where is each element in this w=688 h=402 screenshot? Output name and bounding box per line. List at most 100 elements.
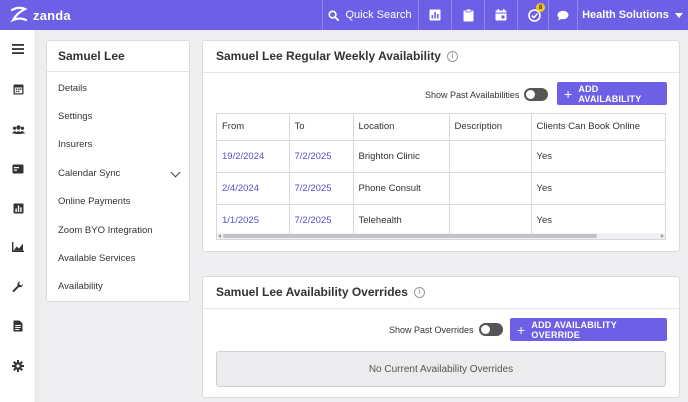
chat-icon <box>557 10 569 20</box>
column-header-book-online[interactable]: Clients Can Book Online <box>531 114 665 141</box>
to-date-link[interactable]: 7/2/2025 <box>289 140 354 173</box>
from-date-link[interactable]: 2/4/2024 <box>217 172 290 205</box>
show-past-overrides-toggle-row: Show Past Overrides <box>389 323 503 336</box>
empty-overrides-message: No Current Availability Overrides <box>216 351 666 387</box>
column-header-from[interactable]: From <box>217 114 290 141</box>
location-cell: Phone Consult <box>353 172 450 205</box>
menu-item-zoom-byo[interactable]: Zoom BYO Integration <box>47 217 189 243</box>
menu-icon <box>12 44 24 54</box>
availability-overrides-title: Samuel Lee Availability Overrides <box>216 285 408 299</box>
zanda-logo[interactable]: zanda <box>8 5 71 25</box>
nav-billing[interactable] <box>0 159 36 179</box>
show-past-availabilities-toggle[interactable] <box>524 88 549 101</box>
notification-badge: 8 <box>536 3 545 12</box>
clipboard-button[interactable] <box>452 0 484 30</box>
availability-overrides-header: Samuel Lee Availability Overrides i <box>216 285 425 299</box>
empty-overrides-text: No Current Availability Overrides <box>368 363 514 375</box>
column-header-to[interactable]: To <box>289 114 354 141</box>
description-cell <box>449 140 532 173</box>
book-online-cell: Yes <box>531 140 665 173</box>
quick-search-button[interactable]: Quick Search <box>322 0 418 30</box>
scrollbar-thumb[interactable] <box>223 234 597 238</box>
description-cell <box>449 204 532 237</box>
from-date-link[interactable]: 19/2/2024 <box>217 140 290 173</box>
menu-item-settings[interactable]: Settings <box>47 103 189 129</box>
practitioner-menu: Samuel Lee Details Settings Insurers Cal… <box>46 40 190 302</box>
from-date-link[interactable]: 1/1/2025 <box>217 204 290 237</box>
clipboard-icon <box>463 8 473 21</box>
calendar-button[interactable] <box>485 0 517 30</box>
users-icon <box>11 124 25 134</box>
left-nav-rail <box>0 30 36 402</box>
settings-icon <box>12 360 24 372</box>
weekly-availability-title: Samuel Lee Regular Weekly Availability <box>216 49 441 63</box>
availability-overrides-card: Samuel Lee Availability Overrides i Show… <box>202 276 680 398</box>
book-online-cell: Yes <box>531 172 665 205</box>
location-cell: Telehealth <box>353 204 450 237</box>
availability-table: From To Location Description Clients Can… <box>216 113 666 240</box>
brand-name: zanda <box>33 7 71 23</box>
table-row[interactable]: 2/4/2024 7/2/2025 Phone Consult Yes <box>217 172 665 205</box>
nav-tools[interactable] <box>0 277 36 297</box>
reports-icon <box>13 203 23 213</box>
column-header-description[interactable]: Description <box>449 114 532 141</box>
calendar-icon <box>495 9 507 21</box>
wrench-icon <box>12 281 24 292</box>
chat-button[interactable] <box>549 0 577 30</box>
search-icon <box>328 9 340 21</box>
show-past-availabilities-toggle-row: Show Past Availabilities <box>425 88 549 101</box>
menu-item-online-payments[interactable]: Online Payments <box>47 188 189 214</box>
to-date-link[interactable]: 7/2/2025 <box>289 172 354 205</box>
document-icon <box>13 320 23 332</box>
nav-documents[interactable] <box>0 316 36 336</box>
top-bar: zanda Quick Search 8 Health Solutions <box>0 0 688 30</box>
nav-analytics[interactable] <box>0 237 36 257</box>
organisation-switcher[interactable]: Health Solutions <box>577 0 688 30</box>
caret-down-icon <box>674 12 683 18</box>
nav-calendar[interactable] <box>0 79 36 99</box>
billing-icon <box>12 164 24 174</box>
divider <box>203 308 679 309</box>
book-online-cell: Yes <box>531 204 665 237</box>
calendar-icon <box>13 84 23 95</box>
show-past-overrides-label: Show Past Overrides <box>389 324 474 335</box>
scroll-left-icon[interactable] <box>218 234 221 238</box>
org-name: Health Solutions <box>582 9 669 21</box>
column-header-location[interactable]: Location <box>353 114 450 141</box>
info-icon[interactable]: i <box>446 50 458 62</box>
divider <box>203 72 679 73</box>
nav-settings[interactable] <box>0 356 36 376</box>
info-icon[interactable]: i <box>413 286 425 298</box>
tasks-button[interactable]: 8 <box>518 0 550 30</box>
reports-button[interactable] <box>419 0 451 30</box>
nav-reports[interactable] <box>0 198 36 218</box>
add-availability-label: ADD AVAILABILITY <box>578 83 642 104</box>
add-availability-override-label: ADD AVAILABILITY OVERRIDE <box>531 319 617 340</box>
table-row[interactable]: 19/2/2024 7/2/2025 Brighton Clinic Yes <box>217 140 665 173</box>
practitioner-name: Samuel Lee <box>47 41 189 72</box>
quick-search-label: Quick Search <box>345 9 412 21</box>
horizontal-scrollbar[interactable] <box>217 233 665 239</box>
table-row[interactable]: 1/1/2025 7/2/2025 Telehealth Yes <box>217 204 665 237</box>
menu-item-details[interactable]: Details <box>47 75 189 101</box>
weekly-availability-card: Samuel Lee Regular Weekly Availability i… <box>202 40 680 252</box>
menu-item-calendar-sync[interactable]: Calendar Sync <box>47 160 189 186</box>
report-icon <box>429 9 441 21</box>
add-availability-button[interactable]: + ADD AVAILABILITY <box>557 82 667 105</box>
menu-item-available-services[interactable]: Available Services <box>47 245 189 271</box>
menu-button[interactable] <box>0 39 36 59</box>
to-date-link[interactable]: 7/2/2025 <box>289 204 354 237</box>
menu-item-availability[interactable]: Availability <box>47 273 189 299</box>
zanda-logo-icon <box>10 6 28 23</box>
add-availability-override-button[interactable]: + ADD AVAILABILITY OVERRIDE <box>510 318 667 341</box>
location-cell: Brighton Clinic <box>353 140 450 173</box>
plus-icon: + <box>517 321 526 338</box>
scroll-right-icon[interactable] <box>661 234 664 238</box>
nav-clients[interactable] <box>0 119 36 139</box>
weekly-availability-header: Samuel Lee Regular Weekly Availability i <box>216 49 458 63</box>
show-past-overrides-toggle[interactable] <box>478 323 503 336</box>
menu-item-insurers[interactable]: Insurers <box>47 131 189 157</box>
chart-icon <box>12 242 24 252</box>
chevron-down-icon <box>170 167 181 178</box>
menu-item-calendar-sync-label: Calendar Sync <box>58 167 121 179</box>
